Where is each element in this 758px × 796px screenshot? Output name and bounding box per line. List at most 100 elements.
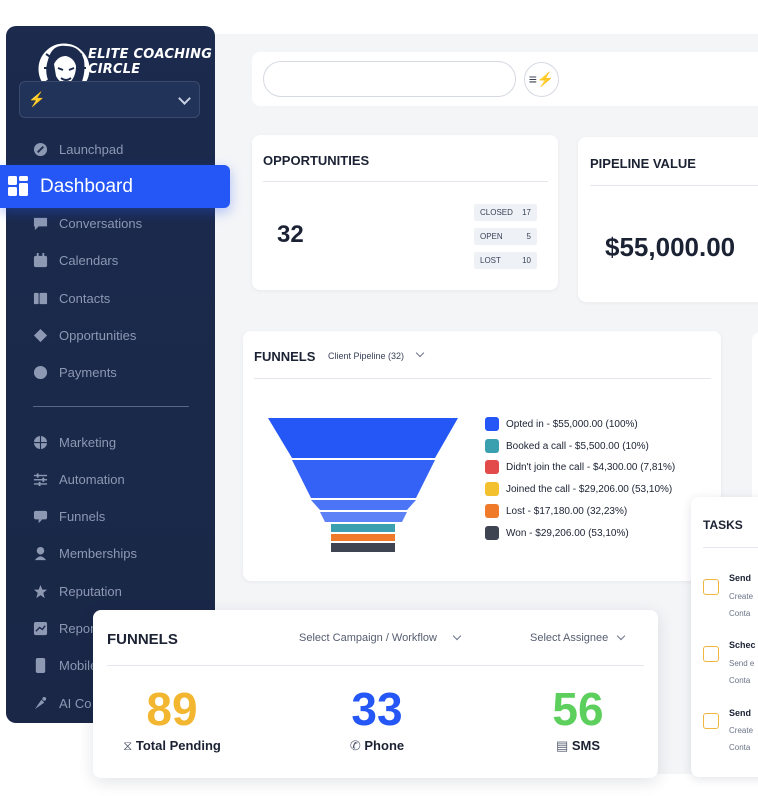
brand-line-2: CIRCLE	[88, 62, 141, 77]
funnels-stats-title: FUNNELS	[107, 631, 178, 648]
grid-icon	[8, 175, 28, 196]
sidebar-item-calendars[interactable]: Calendars	[32, 250, 118, 270]
legend-item: Opted in - $55,000.00 (100%)	[485, 417, 638, 431]
phone-icon: ✆	[349, 738, 365, 753]
task-checkbox[interactable]	[703, 713, 719, 729]
pill-value: 17	[522, 208, 531, 217]
search-input[interactable]	[263, 61, 516, 97]
divider	[107, 665, 644, 666]
opportunities-icon	[32, 327, 48, 343]
task-contact: Conta	[729, 743, 751, 752]
lost-pill: LOST 10	[474, 252, 537, 269]
sidebar-item-label: Marketing	[59, 434, 117, 450]
lightning-icon: ≡⚡	[528, 71, 555, 87]
stat-label: SMS	[571, 738, 601, 753]
sidebar-item-memberships[interactable]: Memberships	[32, 543, 137, 563]
sidebar-item-mobile[interactable]: Mobile	[32, 655, 97, 675]
reporting-icon	[32, 620, 48, 636]
chevron-down-icon	[616, 631, 626, 641]
sidebar-item-ai[interactable]: AI Co	[32, 693, 92, 713]
sidebar-item-launchpad[interactable]: Launchpad	[32, 139, 123, 159]
sidebar-item-dashboard[interactable]: Dashboard	[0, 165, 230, 208]
funnel-stage-booked-call	[331, 524, 395, 532]
ai-icon	[32, 695, 48, 711]
sidebar-item-marketing[interactable]: Marketing	[32, 432, 116, 452]
task-desc: Send e	[729, 659, 755, 668]
phone-label: ✆ Phone	[307, 738, 447, 754]
divider	[703, 547, 758, 548]
sidebar-item-payments[interactable]: Payments	[32, 362, 117, 382]
phone-value: 33	[351, 683, 403, 735]
task-checkbox[interactable]	[703, 646, 719, 662]
legend-item: Lost - $17,180.00 (32,23%)	[485, 504, 627, 518]
sidebar-item-funnels[interactable]: Funnels	[32, 506, 105, 526]
legend-item: Won - $29,206.00 (53,10%)	[485, 526, 629, 540]
task-title: Send	[729, 708, 752, 718]
sidebar-item-label: Automation	[59, 471, 125, 487]
assignee-select[interactable]: Select Assignee	[530, 632, 608, 644]
sidebar-item-label: Dashboard	[40, 175, 133, 197]
sliders-icon	[32, 471, 48, 487]
sidebar-item-label: Mobile	[59, 657, 98, 673]
funnel-icon	[32, 508, 48, 524]
sms-label: ▤ SMS	[508, 738, 648, 754]
funnel-graphic	[268, 418, 458, 552]
closed-pill: CLOSED 17	[474, 204, 537, 221]
sidebar-item-label: Funnels	[59, 508, 106, 524]
mobile-icon	[32, 657, 48, 673]
globe-icon	[32, 434, 48, 450]
pill-label: CLOSED	[480, 208, 513, 217]
chevron-down-icon	[452, 631, 462, 641]
funnels-stats-card: FUNNELS Select Campaign / Workflow Selec…	[93, 610, 658, 778]
task-desc: Create	[729, 592, 754, 601]
task-checkbox[interactable]	[703, 579, 719, 595]
funnel-stage-lost	[331, 534, 395, 541]
chat-icon	[32, 215, 48, 231]
divider	[254, 378, 711, 379]
sidebar-item-label: Memberships	[59, 545, 138, 561]
sidebar-item-automation[interactable]: Automation	[32, 469, 125, 489]
sidebar-item-reputation[interactable]: Reputation	[32, 581, 122, 601]
tasks-title: TASKS	[703, 518, 743, 532]
funnels-title: FUNNELS	[254, 349, 316, 364]
sidebar-item-conversations[interactable]: Conversations	[32, 213, 142, 233]
total-pending-label: ⧖ Total Pending	[102, 738, 242, 754]
legend-swatch	[485, 482, 499, 496]
pill-label: OPEN	[480, 232, 503, 241]
campaign-select[interactable]: Select Campaign / Workflow	[299, 632, 437, 644]
sms-icon: ▤	[555, 738, 572, 753]
sidebar-item-label: Conversations	[59, 215, 143, 231]
legend-label: Opted in - $55,000.00 (100%)	[506, 418, 638, 430]
legend-swatch	[485, 439, 499, 453]
tasks-card: TASKS Send Create Conta Schec Send e Con…	[691, 497, 758, 777]
legend-label: Joined the call - $29,206.00 (53,10%)	[506, 483, 673, 495]
sms-value: 56	[552, 683, 604, 735]
pill-value: 5	[526, 232, 531, 241]
location-switcher[interactable]: ⚡	[19, 81, 200, 118]
total-pending-value: 89	[146, 683, 198, 735]
sidebar-item-label: Launchpad	[59, 141, 124, 157]
pipeline-value: $55,000.00	[605, 232, 736, 262]
pipeline-value-card: PIPELINE VALUE $55,000.00	[578, 137, 758, 302]
sidebar-item-reporting[interactable]: Repor	[32, 618, 94, 638]
hourglass-icon: ⧖	[123, 738, 136, 753]
funnel-stage-3	[320, 512, 407, 522]
task-contact: Conta	[729, 676, 751, 685]
star-icon	[32, 583, 48, 599]
legend-item: Didn't join the call - $4,300.00 (7,81%)	[485, 460, 675, 474]
opportunities-card: OPPORTUNITIES 32 CLOSED 17 OPEN 5 LOST 10	[252, 135, 558, 290]
sidebar-item-opportunities[interactable]: Opportunities	[32, 325, 136, 345]
stat-label: Total Pending	[135, 738, 221, 753]
sidebar-item-label: Reputation	[59, 583, 122, 599]
pipeline-selector[interactable]: Client Pipeline (32)	[328, 351, 404, 361]
opportunities-total: 32	[277, 221, 304, 248]
legend-label: Lost - $17,180.00 (32,23%)	[506, 505, 628, 517]
stat-label: Phone	[364, 738, 405, 753]
contacts-icon	[32, 290, 48, 306]
sidebar-item-contacts[interactable]: Contacts	[32, 288, 110, 308]
membership-icon	[32, 545, 48, 561]
task-title: Send	[729, 573, 752, 583]
funnels-chart-card: FUNNELS Client Pipeline (32) Opted in - …	[243, 331, 721, 581]
quick-actions-button[interactable]: ≡⚡	[524, 62, 559, 97]
pipeline-title: PIPELINE VALUE	[590, 156, 696, 171]
